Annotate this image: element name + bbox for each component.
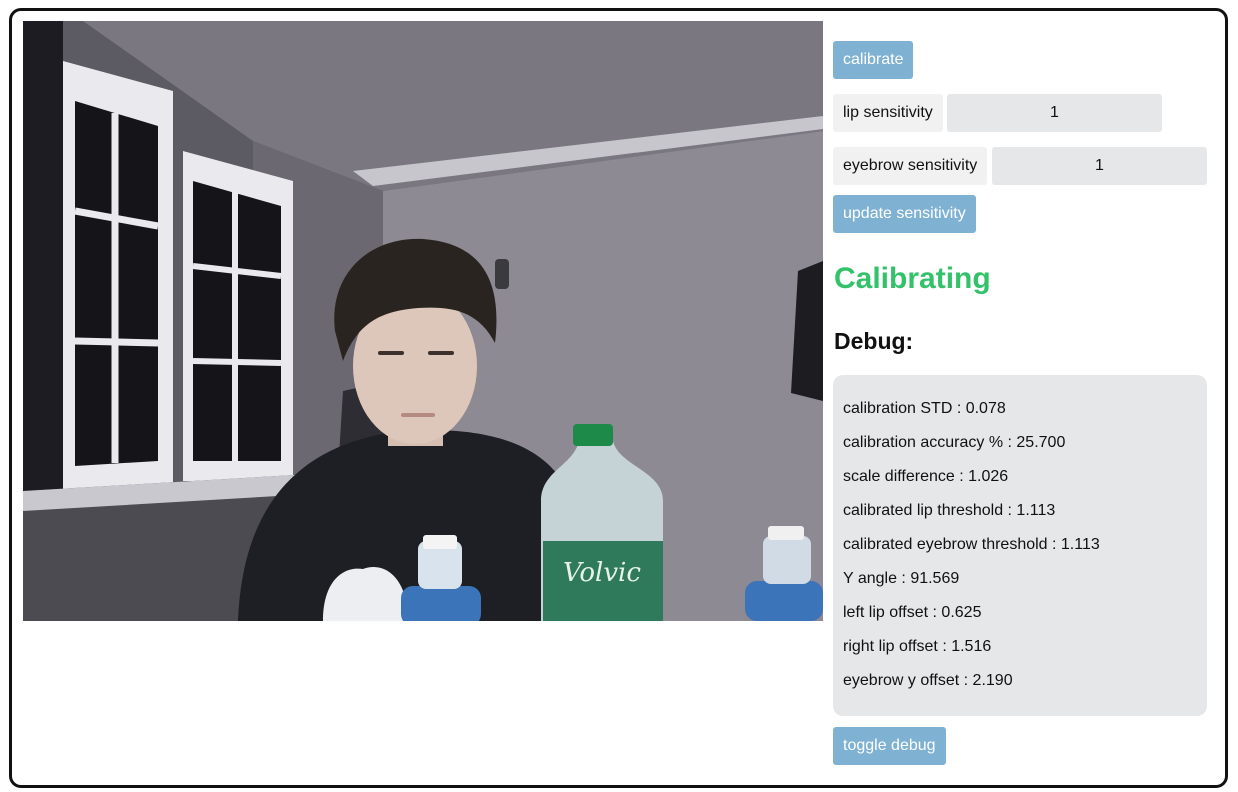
bottle-brand-text: Volvic: [563, 558, 641, 588]
lip-sensitivity-input[interactable]: [947, 94, 1162, 132]
debug-row: calibrated eyebrow threshold : 1.113: [843, 536, 1100, 553]
debug-heading: Debug:: [834, 328, 914, 354]
lip-sensitivity-label: lip sensitivity: [833, 94, 943, 132]
debug-row: Y angle : 91.569: [843, 570, 960, 587]
update-sensitivity-button[interactable]: update sensitivity: [833, 195, 976, 233]
debug-row: right lip offset : 1.516: [843, 638, 992, 655]
eyebrow-sensitivity-label: eyebrow sensitivity: [833, 147, 988, 185]
eyebrow-sensitivity-input[interactable]: [992, 147, 1207, 185]
debug-row: calibrated lip threshold : 1.113: [843, 502, 1056, 519]
debug-row: eyebrow y offset : 2.190: [843, 672, 1013, 689]
debug-panel: calibration STD : 0.078 calibration accu…: [833, 375, 1207, 716]
webcam-video: Volvic: [23, 21, 823, 621]
debug-row: scale difference : 1.026: [843, 468, 1009, 485]
debug-row: calibration STD : 0.078: [843, 400, 1006, 417]
debug-row: left lip offset : 0.625: [843, 604, 982, 621]
toggle-debug-button[interactable]: toggle debug: [833, 727, 946, 765]
calibration-status: Calibrating: [834, 262, 991, 295]
calibrate-button[interactable]: calibrate: [833, 41, 914, 79]
debug-row: calibration accuracy % : 25.700: [843, 434, 1066, 451]
webcam-frame-image: Volvic: [23, 21, 823, 621]
